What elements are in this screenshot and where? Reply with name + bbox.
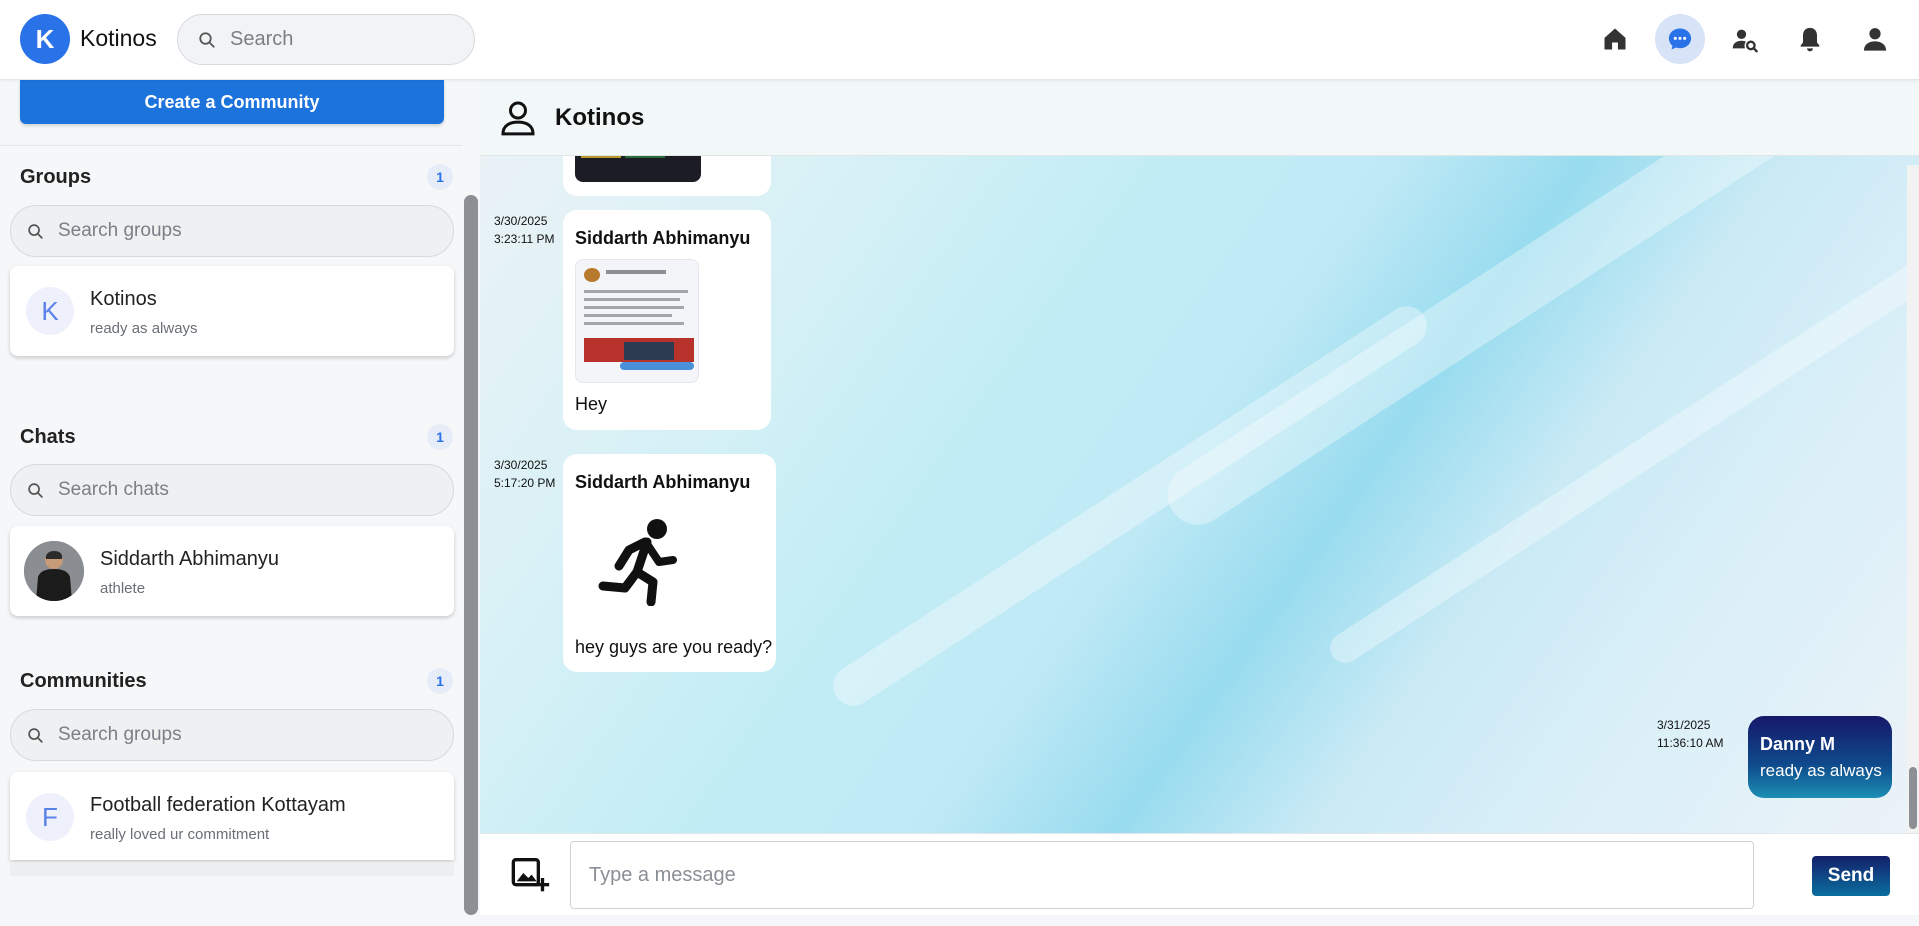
running-figure-icon[interactable] [593,516,683,606]
message-image[interactable] [575,156,701,182]
communities-count-badge: 1 [427,668,453,694]
own-message-bubble: Danny M ready as always [1748,716,1892,798]
app-logo[interactable]: K [20,14,70,64]
message-text: ready as always [1760,761,1882,780]
groups-search-input[interactable]: Search groups [10,205,454,257]
profile-icon [1863,28,1887,51]
message-image[interactable] [575,259,699,383]
message-bubble: Siddarth Abhimanyu Hey [563,210,771,430]
nav-profile[interactable] [1850,14,1900,64]
chat-scrollbar-thumb[interactable] [1909,767,1917,829]
message-bubble-previous [563,156,771,196]
message-bubble: Siddarth Abhimanyu hey guys are you read… [563,454,776,672]
message-timestamp: 3/30/2025 3:23:11 PM [494,214,555,246]
message-timestamp: 3/30/2025 5:17:20 PM [494,458,556,490]
messages-icon [1668,28,1692,50]
search-icon [28,223,43,239]
chats-search-input[interactable]: Search chats [10,464,454,516]
home-icon [1604,28,1626,50]
brand-name[interactable]: Kotinos [80,25,157,52]
top-navbar: K Kotinos Search [0,0,1919,80]
chat-item-siddarth[interactable]: Siddarth Abhimanyu athlete [10,526,454,616]
avatar [24,541,84,601]
message-sender: Danny M [1760,734,1836,754]
community-subtitle: really loved ur commitment [90,826,270,843]
chat-header: Kotinos [480,80,1919,156]
communities-search-input[interactable]: Search groups [10,709,454,761]
chat-title: Kotinos [555,104,645,131]
community-avatar: F [26,793,74,841]
message-input[interactable] [570,841,1754,909]
chats-title: Chats [20,426,76,448]
communities-title: Communities [20,670,147,692]
message-sender: Siddarth Abhimanyu [575,472,751,492]
group-subtitle: ready as always [90,320,198,337]
groups-count-badge: 1 [427,164,453,190]
groups-search-placeholder: Search groups [58,220,182,241]
group-item-kotinos[interactable]: K Kotinos ready as always [10,266,454,356]
user-outline-icon [501,101,535,136]
sidebar: Create a Community Groups 1 Search group… [0,80,480,915]
chats-count-badge: 1 [427,424,453,450]
find-people-icon [1732,29,1758,53]
chat-panel: Kotinos 3/30/2025 3:23:11 PM Siddarth Ab… [480,80,1919,915]
group-name: Kotinos [90,288,157,310]
search-placeholder: Search [230,28,294,50]
sidebar-scrollbar[interactable] [464,195,478,915]
add-image-icon[interactable] [510,853,550,893]
community-name: Football federation Kottayam [90,794,346,816]
nav-home[interactable] [1590,14,1640,64]
message-text: hey guys are you ready? [575,637,773,657]
community-item-football-federation[interactable]: F Football federation Kottayam really lo… [10,772,454,860]
groups-title: Groups [20,166,92,188]
nav-notifications[interactable] [1785,14,1835,64]
chat-subtitle: athlete [100,580,146,597]
message-composer: Send [480,833,1919,915]
sidebar-divider [0,145,462,146]
message-timestamp: 3/31/2025 11:36:10 AM [1657,718,1724,750]
create-community-button[interactable]: Create a Community [20,80,444,124]
chat-name: Siddarth Abhimanyu [100,548,280,570]
search-icon [28,727,43,743]
message-sender: Siddarth Abhimanyu [575,228,751,248]
send-button[interactable]: Send [1812,856,1890,896]
chats-search-placeholder: Search chats [58,479,169,500]
search-icon [199,31,215,48]
communities-search-placeholder: Search groups [58,724,182,745]
nav-find-people[interactable] [1720,14,1770,64]
nav-messages[interactable] [1655,14,1705,64]
group-avatar: K [26,287,74,335]
notifications-icon [1800,27,1820,52]
list-footer [10,862,454,876]
chat-scrollbar[interactable] [1907,165,1919,833]
message-list: 3/30/2025 3:23:11 PM Siddarth Abhimanyu … [480,156,1919,833]
global-search-input[interactable]: Search [177,14,475,65]
search-icon [28,482,43,498]
message-text: Hey [575,394,608,414]
